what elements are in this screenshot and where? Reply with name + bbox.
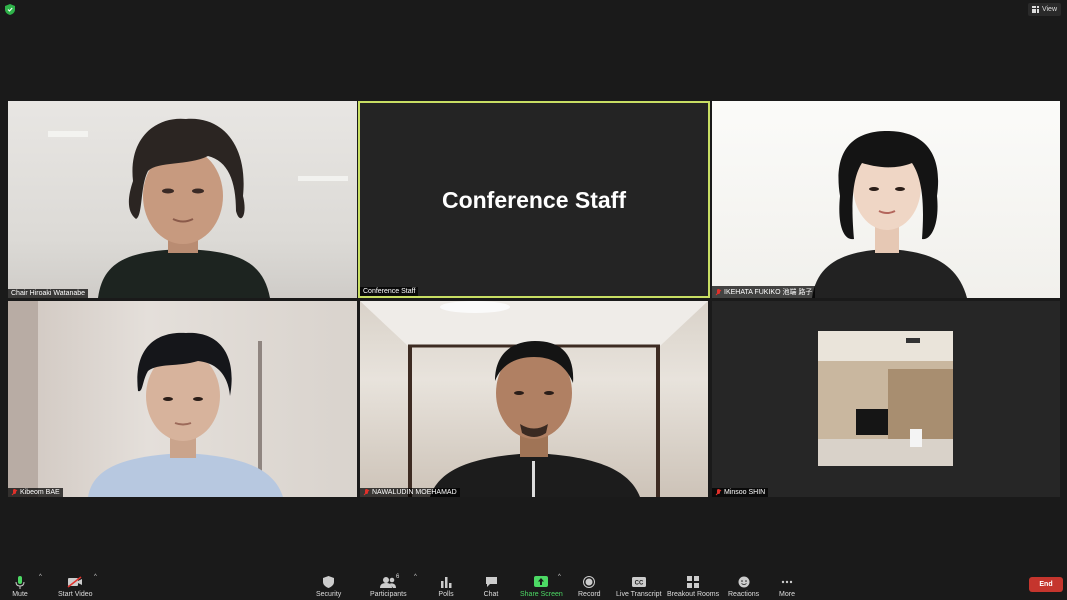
muted-mic-icon [715, 288, 721, 296]
breakout-rooms-button[interactable]: Breakout Rooms [667, 570, 719, 600]
room-camera-feed [818, 331, 953, 466]
start-video-button[interactable]: Start Video [58, 570, 93, 600]
record-button[interactable]: Record [578, 570, 601, 600]
video-tile-active-speaker[interactable]: Conference Staff Conference Staff [358, 101, 710, 298]
participant-name-tag: IKEHATA FUKIKO 池端 路子 [712, 286, 816, 298]
video-tile-participant-6[interactable]: Minsoo SHIN [712, 301, 1060, 497]
view-label: View [1041, 6, 1057, 13]
chat-button[interactable]: Chat [483, 570, 499, 600]
participant-name-tag: Kibeom BAE [8, 488, 63, 497]
mute-button[interactable]: Mute [12, 570, 28, 600]
security-button[interactable]: Security [316, 570, 341, 600]
record-label: Record [578, 591, 601, 598]
video-tile-participant-5[interactable]: NAWALUDIN MOEHAMAD [360, 301, 708, 497]
reactions-button[interactable]: Reactions [728, 570, 759, 600]
audio-options-caret-icon[interactable]: ^ [39, 574, 42, 580]
participant-video-feed [8, 301, 283, 497]
share-screen-icon [533, 575, 549, 589]
video-off-icon [67, 575, 83, 589]
participant-display-name: Conference Staff [441, 187, 627, 213]
participant-name: Minsoo SHIN [724, 489, 766, 496]
breakout-rooms-icon [685, 575, 701, 589]
security-label: Security [316, 591, 342, 598]
start-video-label: Start Video [58, 591, 93, 598]
participant-video-feed [812, 131, 967, 298]
end-meeting-button[interactable]: End [1029, 577, 1063, 592]
microphone-icon [12, 575, 28, 589]
participant-name-tag: Chair Hiroaki Watanabe [8, 289, 89, 298]
participant-name: IKEHATA FUKIKO 池端 路子 [724, 289, 813, 296]
muted-mic-icon [11, 489, 17, 496]
video-tile-participant-4[interactable]: Kibeom BAE [8, 301, 357, 497]
reactions-label: Reactions [728, 591, 760, 598]
closed-caption-icon: CC [631, 575, 647, 589]
participants-icon [380, 575, 397, 589]
participants-count-badge: 6 [396, 574, 400, 580]
shield-icon [321, 575, 337, 589]
chat-icon [483, 575, 499, 589]
participant-name: Kibeom BAE [20, 489, 60, 496]
participant-video-feed [48, 118, 348, 298]
video-tile-participant-3[interactable]: IKEHATA FUKIKO 池端 路子 [712, 101, 1060, 298]
breakout-rooms-label: Breakout Rooms [667, 591, 720, 598]
share-screen-label: Share Screen [520, 591, 563, 598]
reactions-icon [736, 575, 752, 589]
record-icon [581, 575, 597, 589]
participant-name: NAWALUDIN MOEHAMAD [372, 489, 457, 496]
participant-name-tag: Conference Staff [360, 287, 419, 296]
svg-text:CC: CC [634, 581, 643, 587]
video-options-caret-icon[interactable]: ^ [94, 574, 97, 580]
muted-mic-icon [715, 489, 721, 496]
live-transcript-button[interactable]: CC Live Transcript [616, 570, 662, 600]
participants-options-caret-icon[interactable]: ^ [414, 574, 417, 580]
polls-label: Polls [438, 591, 454, 598]
polls-icon [438, 575, 454, 589]
share-screen-button[interactable]: Share Screen [520, 570, 563, 600]
view-button[interactable]: View [1027, 3, 1061, 16]
participant-video-thumbnail [818, 331, 953, 466]
participant-name-tag: NAWALUDIN MOEHAMAD [360, 488, 460, 497]
participant-video-feed [360, 301, 708, 497]
encryption-shield-icon[interactable] [5, 4, 15, 15]
more-label: More [779, 591, 795, 598]
polls-button[interactable]: Polls [438, 570, 454, 600]
participant-name: Conference Staff [363, 288, 416, 295]
participants-button[interactable]: Participants [370, 570, 407, 600]
mute-label: Mute [12, 591, 28, 598]
participant-name: Chair Hiroaki Watanabe [11, 290, 86, 297]
chat-label: Chat [483, 591, 499, 598]
video-tile-participant-1[interactable]: Chair Hiroaki Watanabe [8, 101, 357, 298]
muted-mic-icon [363, 489, 369, 496]
grid-view-icon [1031, 6, 1039, 13]
more-dots-icon [779, 575, 795, 589]
participants-label: Participants [370, 591, 407, 598]
more-button[interactable]: More [779, 570, 795, 600]
zoom-meeting-window: View Chair Hiroaki Watanabe Conference S… [0, 0, 1067, 600]
meeting-toolbar: Mute ^ Start Video ^ Security Participan… [0, 570, 1067, 600]
share-options-caret-icon[interactable]: ^ [558, 574, 561, 580]
participant-name-tag: Minsoo SHIN [712, 488, 769, 497]
live-transcript-label: Live Transcript [616, 591, 662, 598]
